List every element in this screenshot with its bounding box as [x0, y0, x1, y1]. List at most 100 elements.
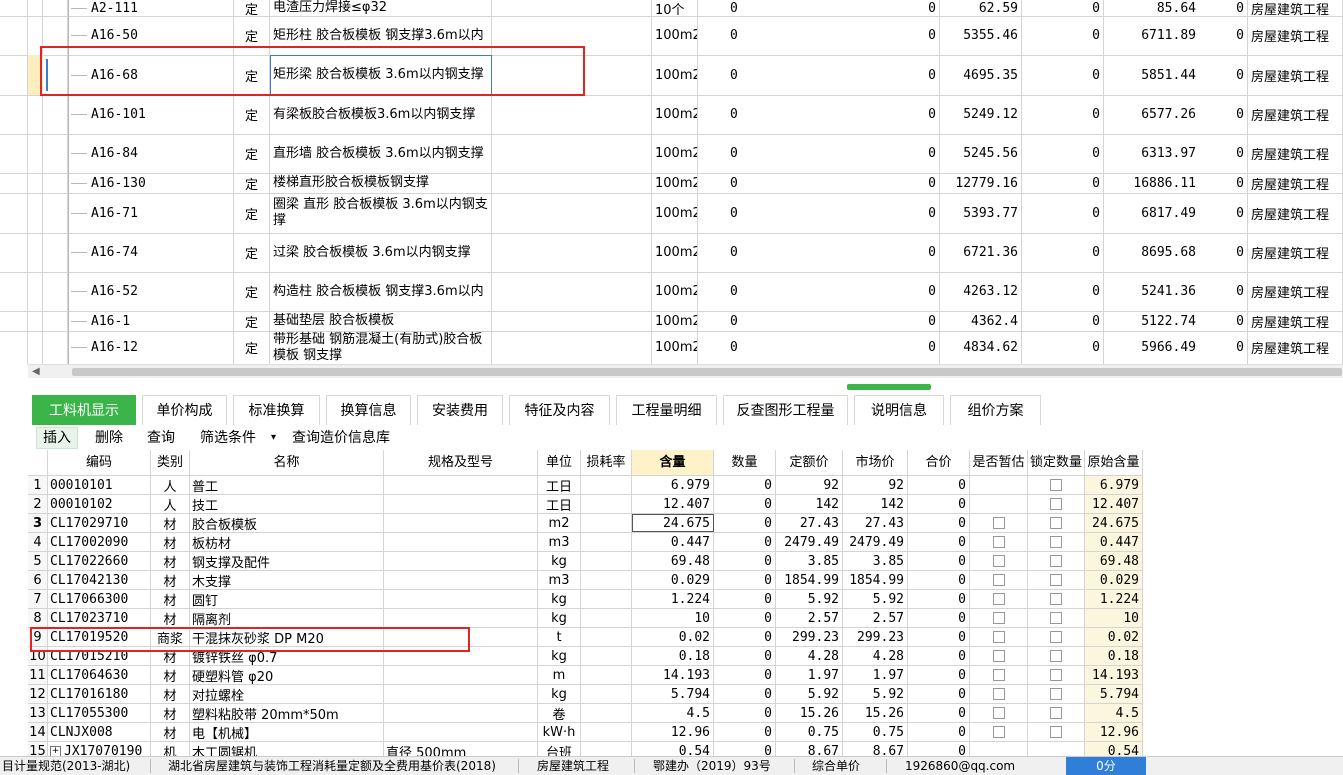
material-orig-cell[interactable]: 69.48: [1085, 552, 1143, 570]
checkbox[interactable]: [992, 517, 1005, 529]
material-cat-cell[interactable]: 材: [151, 647, 190, 665]
material-spec-cell[interactable]: [384, 723, 538, 741]
material-content-cell[interactable]: 5.794: [632, 685, 714, 703]
material-qty-cell[interactable]: 0: [714, 666, 776, 684]
header-loss[interactable]: 损耗率: [581, 450, 632, 475]
quota-cat-cell[interactable]: 房屋建筑工程: [1248, 16, 1343, 55]
header-code[interactable]: 编码: [48, 450, 151, 475]
quota-empty-cell[interactable]: [43, 193, 68, 233]
quota-v1-cell[interactable]: 5245.56: [940, 134, 1022, 173]
material-qty-cell[interactable]: 0: [714, 514, 776, 532]
material-loss-cell[interactable]: [581, 685, 632, 703]
material-chk2-cell[interactable]: [1028, 514, 1085, 532]
tab-1[interactable]: 工料机显示: [32, 395, 136, 425]
material-chk1-cell[interactable]: [970, 723, 1028, 741]
score-button[interactable]: 0分: [1066, 757, 1146, 775]
material-qty-cell[interactable]: 0: [714, 590, 776, 608]
quota-v2-cell[interactable]: 6711.89 0: [1104, 16, 1248, 55]
quota-empty-cell[interactable]: [43, 134, 68, 173]
material-name-cell[interactable]: 板枋材: [190, 533, 384, 551]
material-loss-cell[interactable]: [581, 666, 632, 684]
material-name-cell[interactable]: 钢支撑及配件: [190, 552, 384, 570]
quota-q-cell[interactable]: 00: [698, 193, 940, 233]
material-row[interactable]: 14 CLNJX008 材电【机械】 kW·h 12.96 0 0.75 0.75 0 12.96: [28, 723, 1143, 742]
material-code-cell[interactable]: CL17015210: [48, 647, 151, 665]
quota-name-cell[interactable]: 带形基础 钢筋混凝土(有肋式)胶合板模板 钢支撑: [270, 331, 492, 364]
material-spec-cell[interactable]: [384, 704, 538, 722]
material-chk1-cell[interactable]: [970, 476, 1028, 494]
material-code-cell[interactable]: CL17023710: [48, 609, 151, 627]
material-market-cell[interactable]: 92: [843, 476, 908, 494]
material-spec-cell[interactable]: [384, 533, 538, 551]
material-loss-cell[interactable]: [581, 609, 632, 627]
material-loss-cell[interactable]: [581, 628, 632, 646]
quota-code-cell[interactable]: A16-68: [68, 55, 234, 95]
material-chk1-cell[interactable]: [970, 609, 1028, 627]
header-unit[interactable]: 单位: [538, 450, 581, 475]
quota-empty-cell[interactable]: [28, 16, 43, 55]
quota-cat-cell[interactable]: 房屋建筑工程: [1248, 134, 1343, 173]
material-orig-cell[interactable]: 0.02: [1085, 628, 1143, 646]
material-name-cell[interactable]: 隔离剂: [190, 609, 384, 627]
material-chk2-cell[interactable]: [1028, 609, 1085, 627]
material-name-cell[interactable]: 电【机械】: [190, 723, 384, 741]
material-total-cell[interactable]: 0: [908, 514, 970, 532]
quota-empty-cell[interactable]: [28, 233, 43, 272]
tab-6[interactable]: 特征及内容: [509, 395, 610, 425]
quota-p2-cell[interactable]: 0: [1022, 193, 1104, 233]
material-row[interactable]: 2 00010102 人技工 工日 12.407 0 142 142 0 12.407: [28, 495, 1143, 514]
quota-v1-cell[interactable]: 62.59: [940, 0, 1022, 16]
material-content-cell[interactable]: 1.224: [632, 590, 714, 608]
material-row[interactable]: 4 CL17002090 材板枋材 m3 0.447 0 2479.49 2479.49 0 0.…: [28, 533, 1143, 552]
material-total-cell[interactable]: 0: [908, 590, 970, 608]
quota-p2-cell[interactable]: 0: [1022, 55, 1104, 95]
checkbox[interactable]: [1050, 593, 1062, 605]
quota-unit-cell[interactable]: 100m2: [652, 233, 698, 272]
material-orig-cell[interactable]: 24.675: [1085, 514, 1143, 532]
quota-unit-cell[interactable]: 100m2: [652, 16, 698, 55]
material-unit-cell[interactable]: kg: [538, 590, 581, 608]
material-chk1-cell[interactable]: [970, 685, 1028, 703]
material-quota-cell[interactable]: 92: [776, 476, 843, 494]
quota-code-cell[interactable]: A16-130: [68, 173, 234, 193]
quota-q-cell[interactable]: 00: [698, 95, 940, 134]
material-content-cell[interactable]: 0.447: [632, 533, 714, 551]
material-unit-cell[interactable]: t: [538, 628, 581, 646]
checkbox[interactable]: [992, 726, 1005, 738]
material-market-cell[interactable]: 4.28: [843, 647, 908, 665]
material-cat-cell[interactable]: 材: [151, 609, 190, 627]
quota-empty-cell[interactable]: [28, 134, 43, 173]
material-content-cell[interactable]: 14.193: [632, 666, 714, 684]
tab-3[interactable]: 标准换算: [233, 395, 320, 425]
quota-row[interactable]: A16-12 定带形基础 钢筋混凝土(有肋式)胶合板模板 钢支撑 100m2 0 0 48…: [0, 331, 1343, 364]
tab-5[interactable]: 安装费用: [417, 395, 503, 425]
tab-7[interactable]: 工程量明细: [616, 395, 717, 425]
material-chk2-cell[interactable]: [1028, 590, 1085, 608]
material-market-cell[interactable]: 1854.99: [843, 571, 908, 589]
material-chk2-cell[interactable]: [1028, 685, 1085, 703]
material-name-cell[interactable]: 木工圆锯机: [190, 742, 384, 756]
material-unit-cell[interactable]: kg: [538, 685, 581, 703]
material-quota-cell[interactable]: 15.26: [776, 704, 843, 722]
quota-row[interactable]: A16-130 定楼梯直形胶合板模板钢支撑 100m2 0 0 12779.16 0 1688…: [0, 173, 1343, 194]
insert-button[interactable]: 插入: [36, 427, 78, 449]
quota-v2-cell[interactable]: 6577.26 0: [1104, 95, 1248, 134]
material-cat-cell[interactable]: 材: [151, 666, 190, 684]
material-chk2-cell[interactable]: [1028, 533, 1085, 551]
material-chk2-cell[interactable]: [1028, 704, 1085, 722]
material-content-cell[interactable]: 24.675: [632, 514, 714, 532]
quota-p2-cell[interactable]: 0: [1022, 272, 1104, 311]
checkbox[interactable]: [992, 631, 1005, 643]
quota-row[interactable]: A16-74 定过梁 胶合板模板 3.6m以内钢支撑 100m2 0 0 6721.36 0…: [0, 233, 1343, 273]
material-row[interactable]: 10 CL17015210 材镀锌铁丝 φ0.7 kg 0.18 0 4.28 4.28 0 0.…: [28, 647, 1143, 666]
material-content-cell[interactable]: 12.96: [632, 723, 714, 741]
quota-row[interactable]: A16-101 定有梁板胶合板模板3.6m以内钢支撑 100m2 0 0 5249.12 0…: [0, 95, 1343, 135]
material-chk1-cell[interactable]: [970, 742, 1028, 756]
checkbox[interactable]: [992, 669, 1005, 681]
material-quota-cell[interactable]: 8.67: [776, 742, 843, 756]
material-total-cell[interactable]: 0: [908, 723, 970, 741]
material-chk1-cell[interactable]: [970, 647, 1028, 665]
material-orig-cell[interactable]: 6.979: [1085, 476, 1143, 494]
header-name[interactable]: 名称: [190, 450, 384, 475]
quota-v2-cell[interactable]: 6817.49 0: [1104, 193, 1248, 233]
